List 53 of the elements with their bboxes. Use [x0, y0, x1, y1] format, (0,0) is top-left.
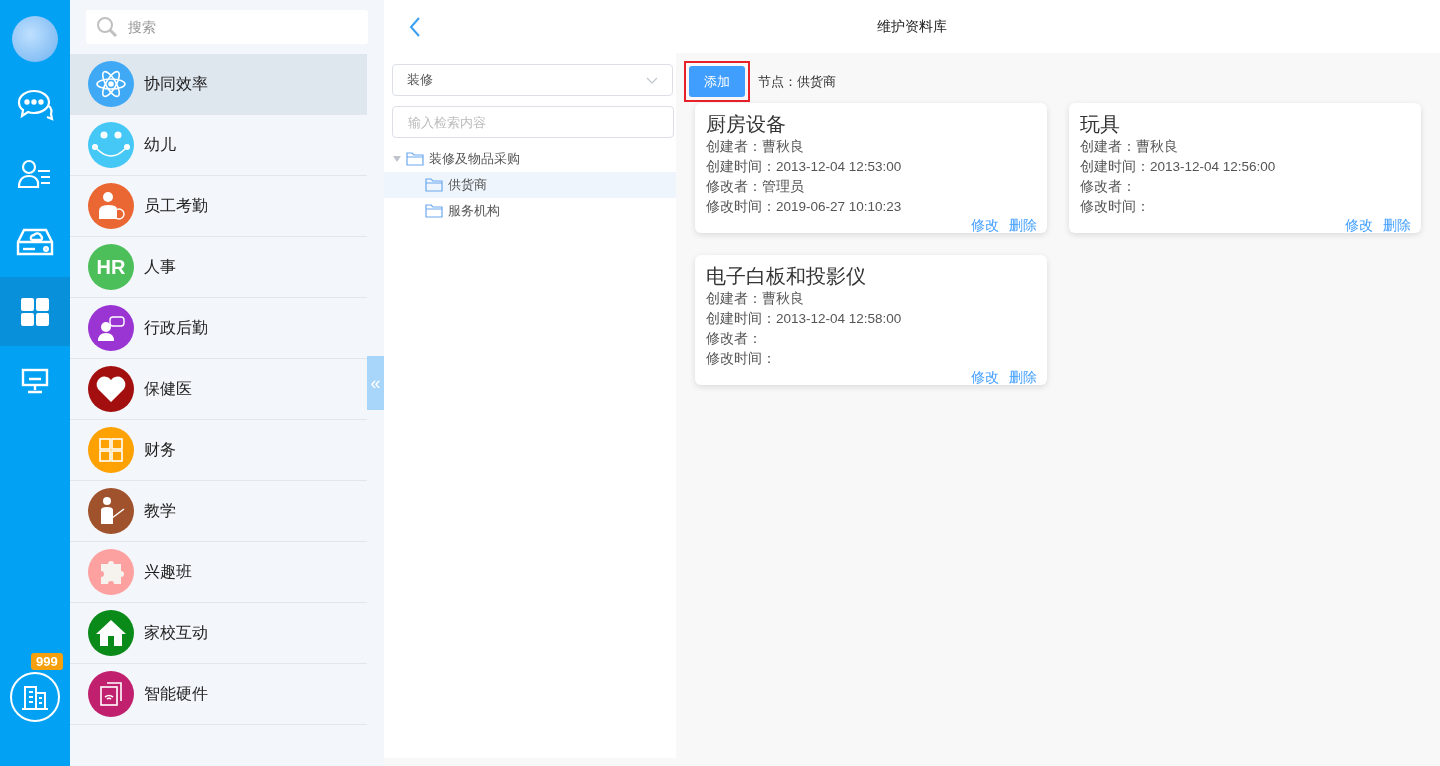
card-field: 修改时间：2019-06-27 10:10:23 — [706, 197, 1037, 217]
monitor-icon — [21, 367, 49, 394]
menu-item[interactable]: 协同效率 — [70, 54, 367, 115]
contacts-icon — [17, 158, 53, 189]
card-field: 修改者： — [1080, 177, 1411, 197]
chevron-down-icon — [646, 76, 658, 84]
card-field: 创建者：曹秋良 — [706, 289, 1037, 309]
card-field: 创建时间：2013-12-04 12:56:00 — [1080, 157, 1411, 177]
card-title: 电子白板和投影仪 — [706, 264, 867, 289]
building-icon — [21, 684, 49, 710]
menu-item[interactable]: HR 人事 — [70, 237, 367, 298]
menu-item[interactable]: 幼儿 — [70, 115, 367, 176]
cloud-drive-icon — [16, 227, 54, 258]
card-title: 厨房设备 — [706, 112, 787, 137]
menu-item[interactable]: 兴趣班 — [70, 542, 367, 603]
card-field: 修改时间： — [1080, 197, 1411, 217]
search-field[interactable]: 搜索 — [86, 10, 368, 44]
page-title: 维护资料库 — [876, 17, 948, 36]
tree-node[interactable]: 装修及物品采购 — [384, 146, 676, 172]
menu-item[interactable]: 智能硬件 — [70, 664, 367, 725]
back-icon[interactable] — [409, 16, 421, 37]
search-field[interactable]: 输入检索内容 — [392, 106, 674, 138]
card-field: 修改时间： — [706, 349, 1037, 369]
folder-icon — [406, 152, 424, 166]
avatar[interactable] — [12, 16, 58, 62]
card-field: 创建者：曹秋良 — [706, 137, 1037, 157]
menu-item[interactable]: 财务 — [70, 420, 367, 481]
node-label: 节点：供货商 — [758, 72, 836, 91]
chat-icon — [16, 87, 54, 122]
card-field: 创建时间：2013-12-04 12:53:00 — [706, 157, 1037, 177]
organization-button[interactable] — [10, 672, 60, 722]
notification-badge: 999 — [31, 653, 63, 670]
card-field: 创建者：曹秋良 — [1080, 137, 1411, 157]
menu-item[interactable]: 家校互动 — [70, 603, 367, 664]
folder-icon — [425, 178, 443, 192]
search-input[interactable]: 搜索 — [126, 18, 330, 36]
rail-button[interactable] — [0, 277, 70, 346]
card-field: 修改者：管理员 — [706, 177, 1037, 197]
card-field: 修改者： — [706, 329, 1037, 349]
apps-grid-icon — [21, 297, 49, 326]
tree-node[interactable]: 服务机构 — [384, 198, 676, 224]
caret-icon — [393, 156, 401, 162]
card-field: 创建时间：2013-12-04 12:58:00 — [706, 309, 1037, 329]
card-title: 玩具 — [1080, 112, 1121, 137]
menu-item[interactable]: 行政后勤 — [70, 298, 367, 359]
menu-item[interactable]: 保健医 — [70, 359, 367, 420]
category-select[interactable]: 装修 — [392, 64, 673, 96]
menu-item[interactable]: 教学 — [70, 481, 367, 542]
folder-icon — [425, 204, 443, 218]
letters-app-icon: HR — [88, 244, 134, 290]
tree-node[interactable]: 供货商 — [384, 172, 676, 198]
search-icon — [96, 16, 118, 38]
menu-item[interactable]: 员工考勤 — [70, 176, 367, 237]
